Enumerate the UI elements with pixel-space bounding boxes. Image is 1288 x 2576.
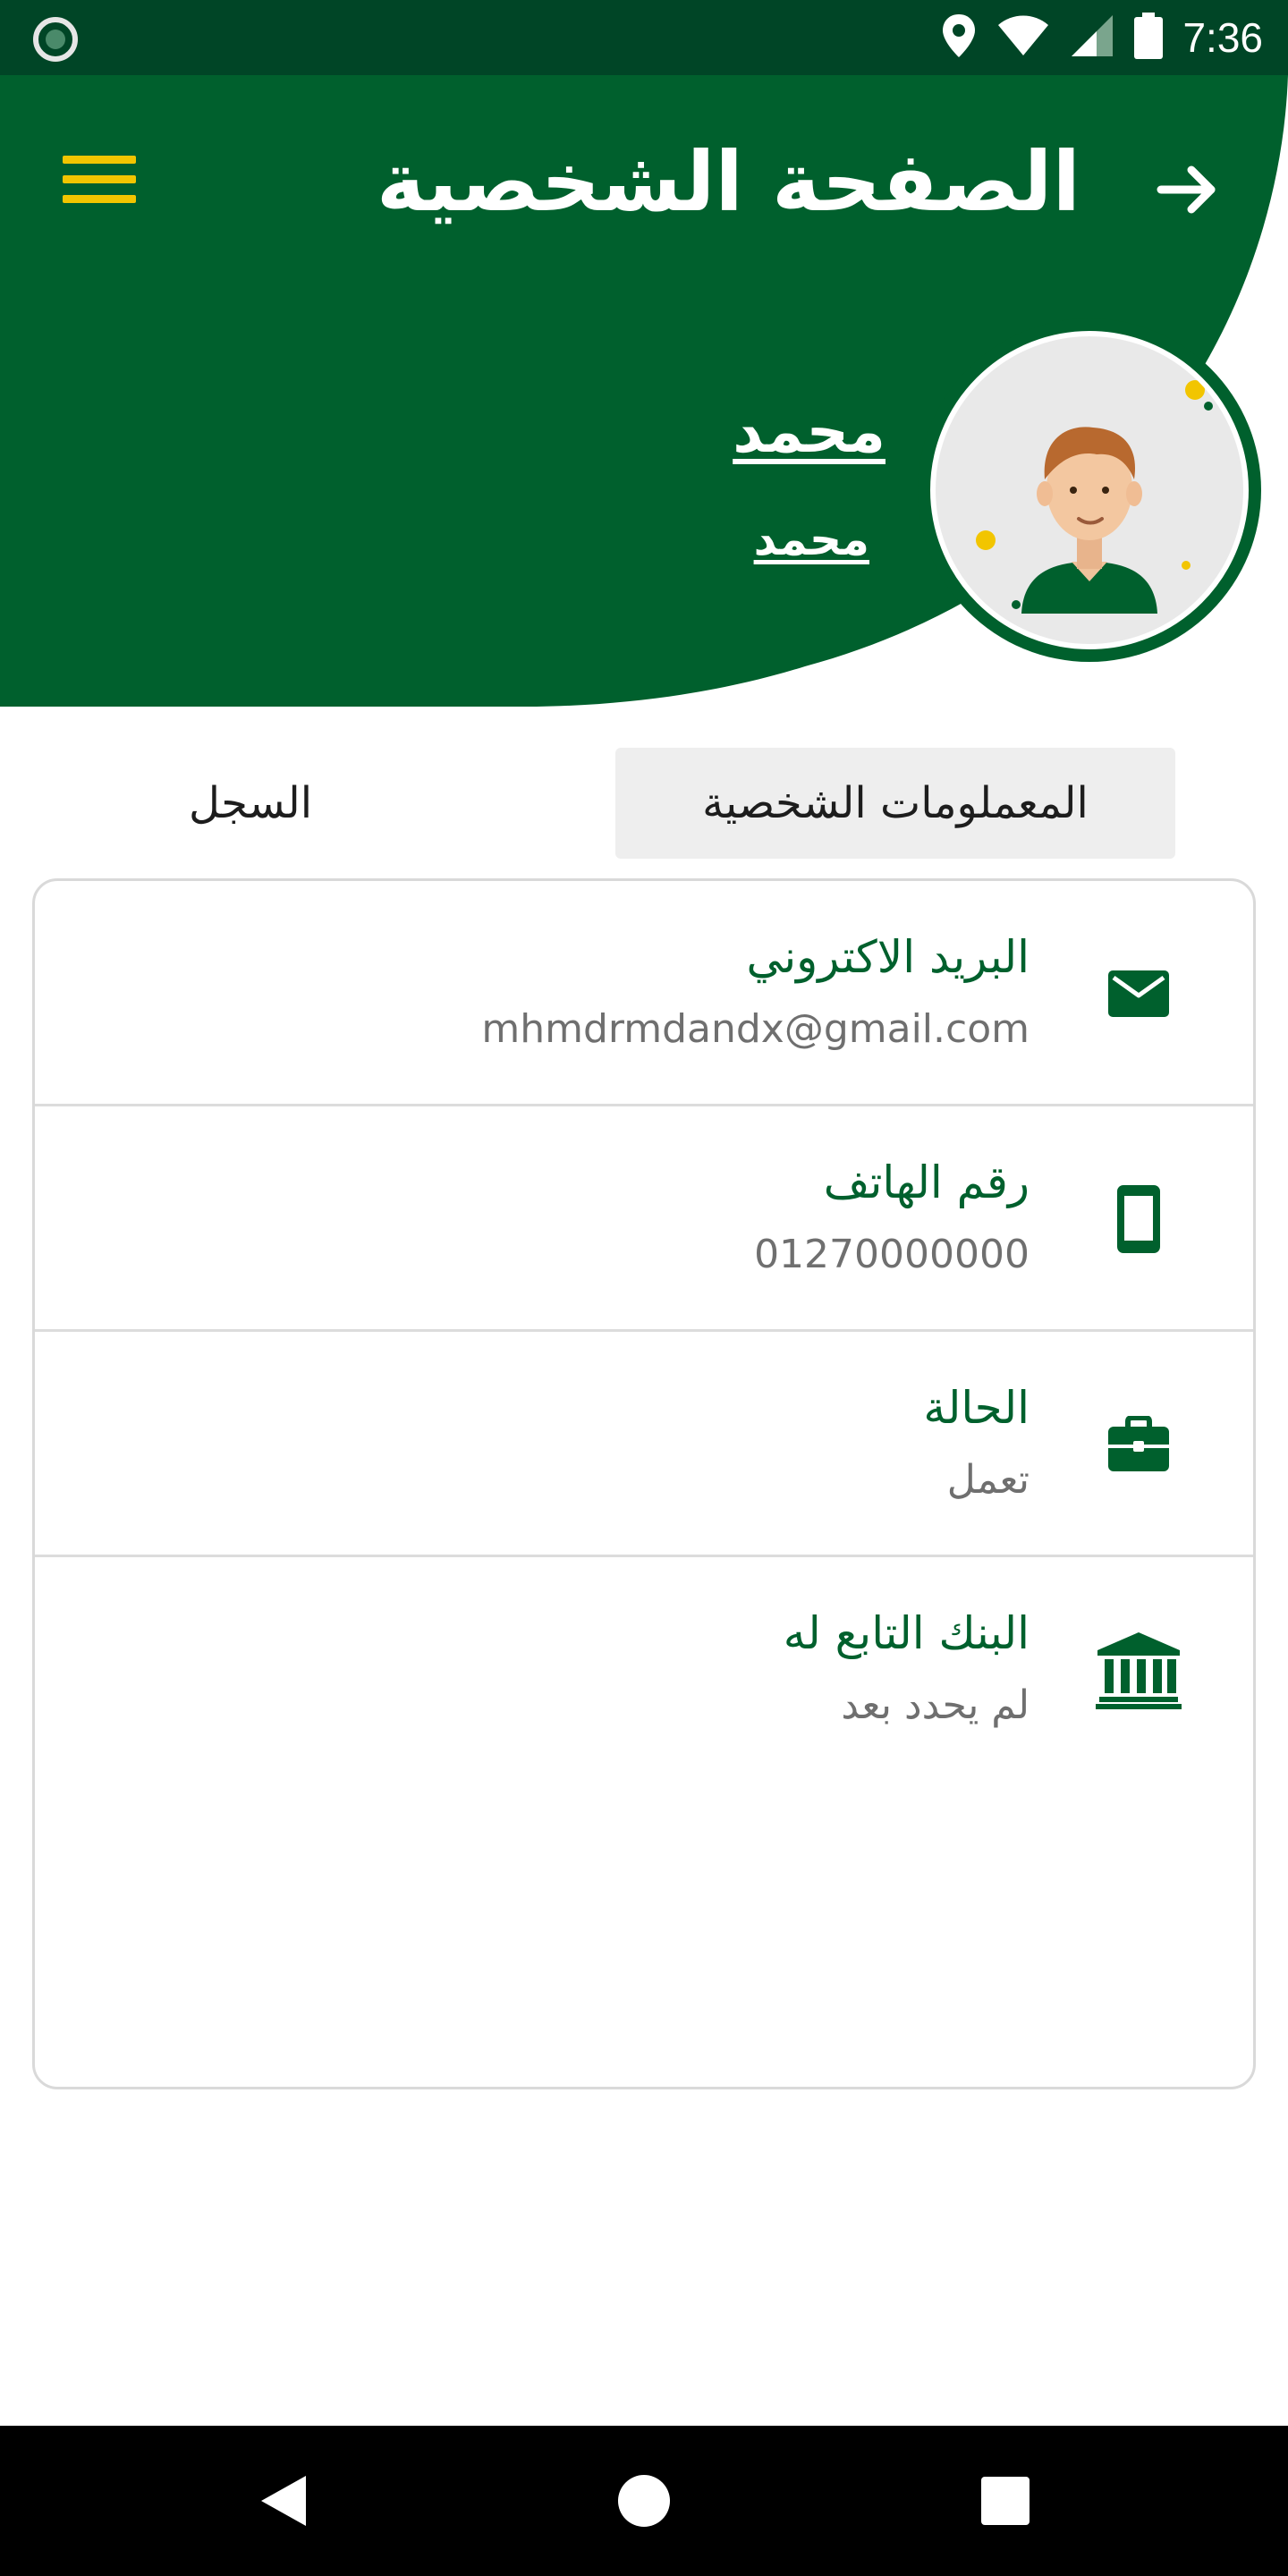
page-title: الصفحة الشخصية (376, 134, 1080, 230)
battery-icon (1134, 13, 1164, 63)
bank-icon (1096, 1627, 1182, 1713)
notification-icon (32, 16, 79, 66)
user-name: محمد (733, 397, 886, 466)
info-label: رقم الهاتف (823, 1157, 1030, 1208)
circle-home-icon (618, 2475, 670, 2527)
menu-button[interactable] (57, 147, 143, 218)
wifi-icon (996, 14, 1050, 61)
nav-recents-button[interactable] (962, 2458, 1048, 2544)
user-avatar-illustration (976, 380, 1213, 614)
envelope-icon (1096, 951, 1182, 1037)
phone-icon (1096, 1176, 1182, 1262)
info-value: 01270000000 (754, 1232, 1030, 1277)
nav-home-button[interactable] (601, 2458, 687, 2544)
tab-history[interactable]: السجل (107, 748, 394, 859)
arrow-right-icon (1157, 165, 1216, 214)
info-card: البريد الاكتروني mhmdrmdandx@gmail.com ر… (32, 878, 1256, 2089)
back-button[interactable] (1152, 154, 1224, 225)
system-navigation-bar (0, 2426, 1288, 2576)
info-row-status: الحالة تعمل (35, 1332, 1253, 1557)
info-label: البريد الاكتروني (746, 931, 1030, 983)
square-recents-icon (981, 2477, 1030, 2525)
info-row-phone: رقم الهاتف 01270000000 (35, 1106, 1253, 1332)
info-label: الحالة (923, 1382, 1030, 1434)
avatar[interactable] (918, 318, 1261, 662)
user-subtitle: محمد (753, 513, 869, 565)
info-row-bank: البنك التابع له لم يحدد بعد (35, 1557, 1253, 1783)
info-row-email: البريد الاكتروني mhmdrmdandx@gmail.com (35, 881, 1253, 1106)
status-time: 7:36 (1182, 14, 1263, 61)
triangle-back-icon (261, 2476, 306, 2526)
status-bar: 7:36 (0, 0, 1288, 75)
tab-personal-info[interactable]: المعملومات الشخصية (615, 748, 1175, 859)
signal-icon (1070, 13, 1114, 62)
location-icon (941, 13, 977, 63)
info-label: البنك التابع له (783, 1607, 1030, 1659)
nav-back-button[interactable] (240, 2458, 326, 2544)
briefcase-icon (1096, 1402, 1182, 1487)
app-bar: الصفحة الشخصية (0, 75, 1288, 290)
info-value: لم يحدد بعد (841, 1682, 1030, 1728)
info-value: تعمل (946, 1457, 1030, 1503)
info-value: mhmdrmdandx@gmail.com (481, 1006, 1030, 1052)
